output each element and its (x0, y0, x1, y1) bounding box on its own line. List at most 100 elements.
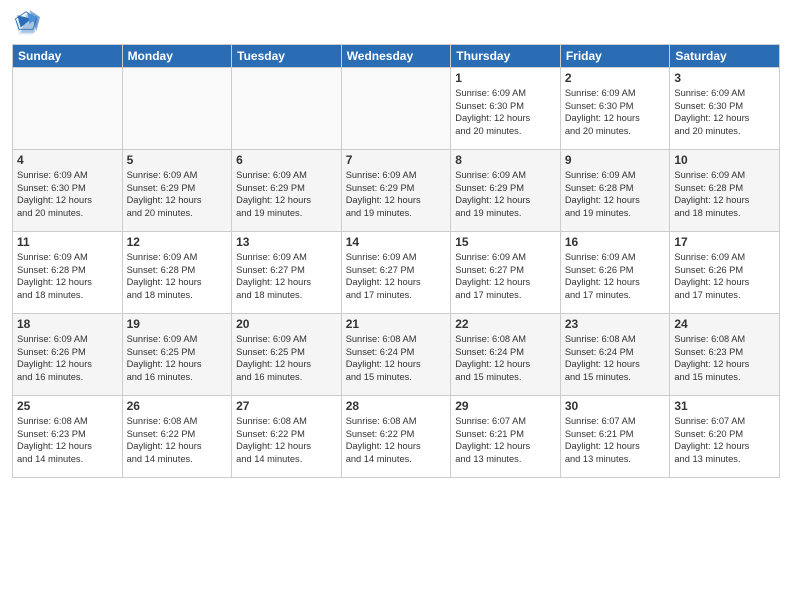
calendar-day-cell: 29 Sunrise: 6:07 AMSunset: 6:21 PMDayligh… (451, 396, 561, 478)
calendar-day-cell: 17 Sunrise: 6:09 AMSunset: 6:26 PMDayligh… (670, 232, 780, 314)
calendar-day-cell: 22Sunrise: 6:08 AMSunset: 6:24 PMDayligh… (451, 314, 561, 396)
calendar-day-cell: 2 Sunrise: 6:09 AMSunset: 6:30 PMDaylight… (560, 68, 670, 150)
calendar-day-cell: 10 Sunrise: 6:09 AMSunset: 6:28 PMDayligh… (670, 150, 780, 232)
calendar-week-row: 4Sunrise: 6:09 AMSunset: 6:30 PMDaylight… (13, 150, 780, 232)
calendar-week-row: 11Sunrise: 6:09 AMSunset: 6:28 PMDayligh… (13, 232, 780, 314)
day-number: 30 (565, 399, 666, 413)
calendar-day-header: Saturday (670, 45, 780, 68)
day-info: Sunrise: 6:09 AMSunset: 6:27 PMDaylight:… (455, 251, 556, 301)
day-number: 15 (455, 235, 556, 249)
day-info: Sunrise: 6:09 AMSunset: 6:27 PMDaylight:… (236, 251, 337, 301)
calendar-day-cell: 4Sunrise: 6:09 AMSunset: 6:30 PMDaylight… (13, 150, 123, 232)
day-number: 26 (127, 399, 228, 413)
day-info: Sunrise: 6:08 AMSunset: 6:22 PMDaylight:… (236, 415, 337, 465)
calendar-day-header: Tuesday (232, 45, 342, 68)
calendar-day-cell: 26 Sunrise: 6:08 AMSunset: 6:22 PMDayligh… (122, 396, 232, 478)
day-number: 10 (674, 153, 775, 167)
day-info: Sunrise: 6:08 AMSunset: 6:22 PMDaylight:… (127, 415, 228, 465)
day-number: 31 (674, 399, 775, 413)
day-number: 23 (565, 317, 666, 331)
calendar-day-cell: 23Sunrise: 6:08 AMSunset: 6:24 PMDayligh… (560, 314, 670, 396)
calendar-week-row: 1 Sunrise: 6:09 AMSunset: 6:30 PMDaylight… (13, 68, 780, 150)
calendar-day-cell: 8Sunrise: 6:09 AMSunset: 6:29 PMDaylight… (451, 150, 561, 232)
day-number: 29 (455, 399, 556, 413)
calendar-day-header: Sunday (13, 45, 123, 68)
day-number: 6 (236, 153, 337, 167)
calendar-day-cell (13, 68, 123, 150)
day-info: Sunrise: 6:09 AMSunset: 6:30 PMDaylight:… (455, 87, 556, 137)
day-info: Sunrise: 6:09 AMSunset: 6:30 PMDaylight:… (674, 87, 775, 137)
day-number: 5 (127, 153, 228, 167)
day-info: Sunrise: 6:09 AMSunset: 6:28 PMDaylight:… (127, 251, 228, 301)
day-number: 13 (236, 235, 337, 249)
calendar-day-cell: 27 Sunrise: 6:08 AMSunset: 6:22 PMDayligh… (232, 396, 342, 478)
calendar-day-cell: 9Sunrise: 6:09 AMSunset: 6:28 PMDaylight… (560, 150, 670, 232)
calendar-day-cell: 1 Sunrise: 6:09 AMSunset: 6:30 PMDaylight… (451, 68, 561, 150)
calendar-day-cell: 16Sunrise: 6:09 AMSunset: 6:26 PMDayligh… (560, 232, 670, 314)
calendar-day-cell (122, 68, 232, 150)
calendar-day-cell: 6 Sunrise: 6:09 AMSunset: 6:29 PMDaylight… (232, 150, 342, 232)
day-info: Sunrise: 6:09 AMSunset: 6:27 PMDaylight:… (346, 251, 447, 301)
calendar-table: SundayMondayTuesdayWednesdayThursdayFrid… (12, 44, 780, 478)
day-info: Sunrise: 6:09 AMSunset: 6:28 PMDaylight:… (565, 169, 666, 219)
calendar-container: SundayMondayTuesdayWednesdayThursdayFrid… (0, 0, 792, 612)
calendar-day-cell: 21 Sunrise: 6:08 AMSunset: 6:24 PMDayligh… (341, 314, 451, 396)
calendar-day-cell: 31Sunrise: 6:07 AMSunset: 6:20 PMDayligh… (670, 396, 780, 478)
day-number: 1 (455, 71, 556, 85)
calendar-day-cell (341, 68, 451, 150)
calendar-day-cell: 19 Sunrise: 6:09 AMSunset: 6:25 PMDayligh… (122, 314, 232, 396)
day-info: Sunrise: 6:09 AMSunset: 6:26 PMDaylight:… (674, 251, 775, 301)
calendar-week-row: 18 Sunrise: 6:09 AMSunset: 6:26 PMDayligh… (13, 314, 780, 396)
day-number: 3 (674, 71, 775, 85)
day-info: Sunrise: 6:09 AMSunset: 6:30 PMDaylight:… (565, 87, 666, 137)
day-info: Sunrise: 6:09 AMSunset: 6:26 PMDaylight:… (17, 333, 118, 383)
logo-icon (12, 10, 40, 38)
day-info: Sunrise: 6:07 AMSunset: 6:21 PMDaylight:… (455, 415, 556, 465)
day-number: 25 (17, 399, 118, 413)
day-info: Sunrise: 6:09 AMSunset: 6:28 PMDaylight:… (17, 251, 118, 301)
day-info: Sunrise: 6:09 AMSunset: 6:25 PMDaylight:… (127, 333, 228, 383)
calendar-week-row: 25 Sunrise: 6:08 AMSunset: 6:23 PMDayligh… (13, 396, 780, 478)
day-info: Sunrise: 6:08 AMSunset: 6:24 PMDaylight:… (455, 333, 556, 383)
calendar-day-cell: 24Sunrise: 6:08 AMSunset: 6:23 PMDayligh… (670, 314, 780, 396)
calendar-day-header: Friday (560, 45, 670, 68)
day-info: Sunrise: 6:09 AMSunset: 6:25 PMDaylight:… (236, 333, 337, 383)
day-number: 21 (346, 317, 447, 331)
header (12, 10, 780, 38)
calendar-header-row: SundayMondayTuesdayWednesdayThursdayFrid… (13, 45, 780, 68)
calendar-day-header: Monday (122, 45, 232, 68)
calendar-day-cell: 14 Sunrise: 6:09 AMSunset: 6:27 PMDayligh… (341, 232, 451, 314)
day-number: 2 (565, 71, 666, 85)
calendar-day-cell: 13 Sunrise: 6:09 AMSunset: 6:27 PMDayligh… (232, 232, 342, 314)
calendar-day-header: Wednesday (341, 45, 451, 68)
day-info: Sunrise: 6:09 AMSunset: 6:29 PMDaylight:… (236, 169, 337, 219)
day-number: 17 (674, 235, 775, 249)
day-info: Sunrise: 6:09 AMSunset: 6:28 PMDaylight:… (674, 169, 775, 219)
day-number: 28 (346, 399, 447, 413)
day-number: 8 (455, 153, 556, 167)
day-info: Sunrise: 6:08 AMSunset: 6:22 PMDaylight:… (346, 415, 447, 465)
calendar-day-cell: 25 Sunrise: 6:08 AMSunset: 6:23 PMDayligh… (13, 396, 123, 478)
day-info: Sunrise: 6:07 AMSunset: 6:21 PMDaylight:… (565, 415, 666, 465)
day-number: 14 (346, 235, 447, 249)
day-number: 4 (17, 153, 118, 167)
calendar-day-cell: 3 Sunrise: 6:09 AMSunset: 6:30 PMDaylight… (670, 68, 780, 150)
day-number: 19 (127, 317, 228, 331)
calendar-day-header: Thursday (451, 45, 561, 68)
calendar-day-cell: 20Sunrise: 6:09 AMSunset: 6:25 PMDayligh… (232, 314, 342, 396)
day-number: 18 (17, 317, 118, 331)
day-info: Sunrise: 6:08 AMSunset: 6:23 PMDaylight:… (674, 333, 775, 383)
calendar-day-cell: 5Sunrise: 6:09 AMSunset: 6:29 PMDaylight… (122, 150, 232, 232)
day-number: 16 (565, 235, 666, 249)
calendar-day-cell: 15 Sunrise: 6:09 AMSunset: 6:27 PMDayligh… (451, 232, 561, 314)
calendar-day-cell: 28 Sunrise: 6:08 AMSunset: 6:22 PMDayligh… (341, 396, 451, 478)
calendar-day-cell: 18 Sunrise: 6:09 AMSunset: 6:26 PMDayligh… (13, 314, 123, 396)
day-info: Sunrise: 6:08 AMSunset: 6:24 PMDaylight:… (346, 333, 447, 383)
calendar-day-cell: 11Sunrise: 6:09 AMSunset: 6:28 PMDayligh… (13, 232, 123, 314)
day-number: 12 (127, 235, 228, 249)
calendar-day-cell: 12 Sunrise: 6:09 AMSunset: 6:28 PMDayligh… (122, 232, 232, 314)
day-info: Sunrise: 6:08 AMSunset: 6:23 PMDaylight:… (17, 415, 118, 465)
calendar-day-cell (232, 68, 342, 150)
day-number: 27 (236, 399, 337, 413)
logo (12, 10, 44, 38)
